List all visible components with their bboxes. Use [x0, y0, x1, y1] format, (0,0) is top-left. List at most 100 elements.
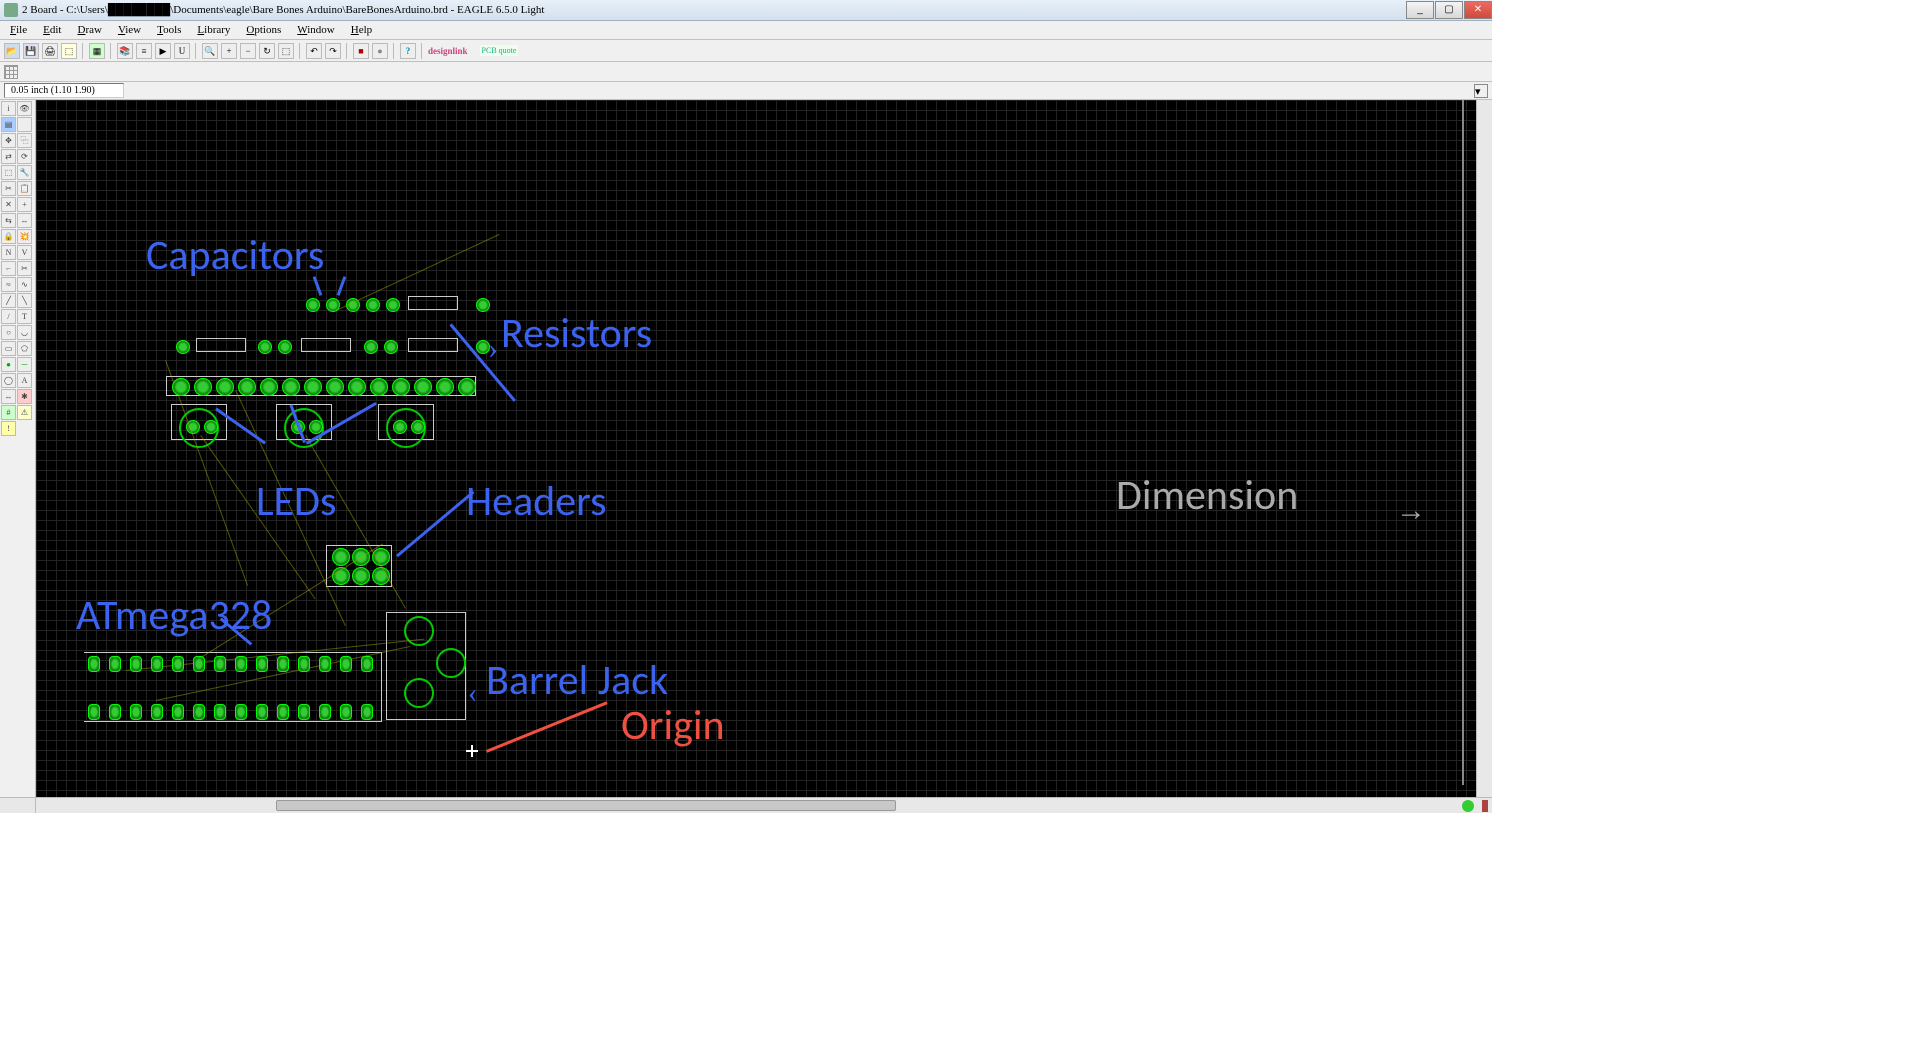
rotate-tool-icon[interactable]: ⟳	[17, 149, 32, 164]
route-tool-icon[interactable]: ╱	[1, 293, 16, 308]
delete-tool-icon[interactable]: ✕	[1, 197, 16, 212]
value-tool-icon[interactable]: V	[17, 245, 32, 260]
pad	[361, 656, 373, 672]
mirror-tool-icon[interactable]: ⇄	[1, 149, 16, 164]
zoom-redraw-icon[interactable]: ↻	[259, 43, 275, 59]
errors-tool-icon[interactable]: !	[1, 421, 16, 436]
pad	[193, 704, 205, 720]
zoom-out-icon[interactable]: −	[240, 43, 256, 59]
copy-tool-icon[interactable]: ⿻	[17, 133, 32, 148]
open-icon[interactable]: 📂	[4, 43, 20, 59]
via-tool-icon[interactable]: ●	[1, 357, 16, 372]
vertical-scrollbar[interactable]	[1476, 100, 1492, 797]
print-icon[interactable]: 🖨	[42, 43, 58, 59]
barrel-hole	[436, 648, 466, 678]
toolbar-separator	[421, 43, 423, 59]
label-resistors: Resistors	[501, 308, 652, 359]
signal-tool-icon[interactable]: ─	[17, 357, 32, 372]
zoom-fit-icon[interactable]: 🔍	[202, 43, 218, 59]
close-button[interactable]: ✕	[1464, 1, 1492, 19]
pad	[304, 378, 322, 396]
board-schematic-icon[interactable]: ▦	[89, 43, 105, 59]
pad	[458, 378, 476, 396]
optimize-tool-icon[interactable]: ≈	[1, 277, 16, 292]
pinswap-tool-icon[interactable]: ⇆	[1, 213, 16, 228]
ripup-tool-icon[interactable]: ╲	[17, 293, 32, 308]
pad	[370, 378, 388, 396]
auto-tool-icon[interactable]: #	[1, 405, 16, 420]
pad	[258, 340, 272, 354]
save-icon[interactable]: 💾	[23, 43, 39, 59]
split-tool-icon[interactable]: ✂	[17, 261, 32, 276]
pad	[332, 548, 350, 566]
app-icon	[4, 3, 18, 17]
go-icon[interactable]: ●	[372, 43, 388, 59]
component-outline	[196, 338, 246, 352]
arc-tool-icon[interactable]: ◡	[17, 325, 32, 340]
scroll-track[interactable]	[36, 798, 1458, 813]
hole-tool-icon[interactable]: ◯	[1, 373, 16, 388]
library-icon[interactable]: 📚	[117, 43, 133, 59]
redo-icon[interactable]: ↷	[325, 43, 341, 59]
dropdown-icon[interactable]: ▾	[1474, 84, 1488, 98]
pcbquote-button[interactable]: PCB quote	[480, 45, 519, 56]
ulp-icon[interactable]: U	[174, 43, 190, 59]
wire-tool-icon[interactable]: /	[1, 309, 16, 324]
undo-icon[interactable]: ↶	[306, 43, 322, 59]
mark-tool-icon[interactable]	[17, 117, 32, 132]
stop-icon[interactable]: ■	[353, 43, 369, 59]
group-tool-icon[interactable]: ⬚	[1, 165, 16, 180]
miter-tool-icon[interactable]: ⌐	[1, 261, 16, 276]
menu-library[interactable]: Library	[189, 22, 238, 38]
run-icon[interactable]: ▶	[155, 43, 171, 59]
replace-tool-icon[interactable]: ↔	[17, 213, 32, 228]
designlink-button[interactable]: designlink	[428, 46, 468, 56]
zoom-select-icon[interactable]: ⬚	[278, 43, 294, 59]
menu-edit[interactable]: Edit	[35, 22, 69, 38]
maximize-button[interactable]: ▢	[1435, 1, 1463, 19]
menu-options[interactable]: Options	[238, 22, 289, 38]
paste-tool-icon[interactable]: 📋	[17, 181, 32, 196]
layer-tool-icon[interactable]: ▤	[1, 117, 16, 132]
menu-file[interactable]: File	[2, 22, 35, 38]
pad	[298, 656, 310, 672]
grid-icon[interactable]	[4, 65, 18, 79]
menu-view[interactable]: View	[110, 22, 149, 38]
component-outline	[408, 338, 458, 352]
erc-tool-icon[interactable]: ⚠	[17, 405, 32, 420]
menu-help[interactable]: Help	[343, 22, 380, 38]
add-tool-icon[interactable]: +	[17, 197, 32, 212]
smash-tool-icon[interactable]: 💥	[17, 229, 32, 244]
cam-icon[interactable]: ⬚	[61, 43, 77, 59]
horizontal-scrollbar[interactable]	[0, 797, 1492, 813]
polygon-tool-icon[interactable]: ⬠	[17, 341, 32, 356]
meander-tool-icon[interactable]: ∿	[17, 277, 32, 292]
minimize-button[interactable]: _	[1406, 1, 1434, 19]
menu-window[interactable]: Window	[289, 22, 342, 38]
board-canvas[interactable]: Capacitors Resistors LEDs Headers ATmega…	[36, 100, 1476, 797]
text-tool-icon[interactable]: T	[17, 309, 32, 324]
pad	[348, 378, 366, 396]
zoom-in-icon[interactable]: +	[221, 43, 237, 59]
menubar: File Edit Draw View Tools Library Option…	[0, 21, 1492, 40]
rect-tool-icon[interactable]: ▭	[1, 341, 16, 356]
dimension-tool-icon[interactable]: ↔	[1, 389, 16, 404]
circle-tool-icon[interactable]: ○	[1, 325, 16, 340]
change-tool-icon[interactable]: 🔧	[17, 165, 32, 180]
cut-tool-icon[interactable]: ✂	[1, 181, 16, 196]
pad	[340, 704, 352, 720]
menu-tools[interactable]: Tools	[149, 22, 189, 38]
show-tool-icon[interactable]: 👁	[17, 101, 32, 116]
info-tool-icon[interactable]: i	[1, 101, 16, 116]
name-tool-icon[interactable]: N	[1, 245, 16, 260]
help-icon[interactable]: ?	[400, 43, 416, 59]
toolbar-separator	[110, 43, 112, 59]
move-tool-icon[interactable]: ✥	[1, 133, 16, 148]
pad	[172, 378, 190, 396]
attribute-tool-icon[interactable]: A	[17, 373, 32, 388]
lock-tool-icon[interactable]: 🔒	[1, 229, 16, 244]
ratsnest-tool-icon[interactable]: ✱	[17, 389, 32, 404]
script-icon[interactable]: ≡	[136, 43, 152, 59]
scroll-thumb[interactable]	[276, 800, 896, 811]
menu-draw[interactable]: Draw	[69, 22, 109, 38]
